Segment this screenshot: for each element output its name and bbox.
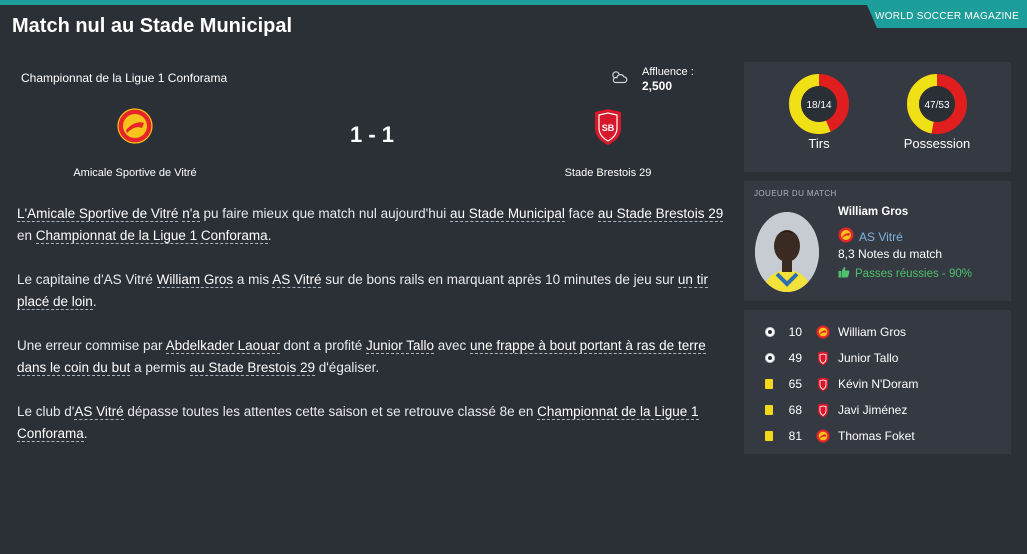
club-crest-icon [838, 227, 854, 246]
yellow-card-icon [765, 405, 773, 415]
attendance-label: Affluence : [642, 66, 694, 78]
attendance-value: 2,500 [642, 79, 673, 93]
event-row[interactable]: 10 William Gros [744, 319, 1011, 345]
report-link[interactable]: William Gros [156, 272, 234, 288]
svg-text:SB: SB [602, 123, 615, 133]
report-paragraph: Le capitaine d'AS Vitré William Gros a m… [17, 269, 727, 313]
report-text: Le club d' [17, 404, 75, 419]
home-crest-icon [816, 429, 830, 446]
player-club[interactable]: AS Vitré [838, 227, 903, 246]
event-row[interactable]: 81 Thomas Foket [744, 423, 1011, 449]
yellow-card-icon [765, 431, 773, 441]
report-text: . [92, 294, 97, 309]
home-team-name[interactable]: Amicale Sportive de Vitré [35, 167, 235, 179]
home-crest-icon [816, 325, 830, 342]
shots-donut: 18/14 [789, 74, 849, 134]
player-avatar[interactable] [755, 212, 819, 292]
ball-icon [765, 327, 775, 337]
report-link[interactable]: Abdelkader Laouar [165, 338, 280, 354]
possession-value: 47/53 [924, 100, 949, 111]
report-link[interactable]: Junior Tallo [365, 338, 435, 354]
report-link[interactable]: au Stade Brestois 29 [189, 360, 315, 376]
possession-label: Possession [903, 136, 971, 151]
report-text: dépasse toutes les attentes cette saison… [123, 404, 538, 419]
player-of-match-header: JOUEUR DU MATCH [754, 189, 837, 198]
page-title: Match nul au Stade Municipal [12, 15, 293, 37]
event-player[interactable]: William Gros [838, 325, 906, 339]
away-crest-icon [816, 377, 830, 395]
report-link[interactable]: au Stade Brestois 29 [597, 206, 724, 222]
event-minute: 10 [788, 325, 802, 339]
player-rating: 8,3 Notes du match [838, 247, 942, 261]
passes-text: Passes réussies - 90% [855, 267, 972, 280]
shots-label: Tirs [808, 136, 830, 151]
report-link[interactable]: au Stade Municipal [450, 206, 565, 222]
thumbs-up-icon [838, 266, 850, 281]
player-club-name: AS Vitré [859, 229, 903, 244]
report-text: Le capitaine d'AS Vitré [17, 272, 157, 287]
report-text: avec [434, 338, 471, 353]
report-text: . [83, 426, 88, 441]
report-text: face [564, 206, 598, 221]
player-passes: Passes réussies - 90% [838, 266, 972, 281]
event-minute: 68 [788, 403, 802, 417]
event-minute: 81 [788, 429, 802, 443]
event-row[interactable]: 65 Kévin N'Doram [744, 371, 1011, 397]
event-minute: 49 [788, 351, 802, 365]
top-accent-bar [0, 0, 1027, 5]
report-text: d'égaliser. [314, 360, 380, 375]
report-paragraph: L'Amicale Sportive de Vitré n'a pu faire… [17, 203, 727, 247]
event-player[interactable]: Thomas Foket [838, 429, 915, 443]
report-text: a mis [233, 272, 273, 287]
report-link[interactable]: AS Vitré [272, 272, 322, 288]
match-events-panel: 10 William Gros 49 Junior Tallo 65 Kévin N'Do… [744, 310, 1011, 454]
match-report: L'Amicale Sportive de Vitré n'a pu faire… [17, 203, 727, 467]
event-player[interactable]: Kévin N'Doram [838, 377, 918, 391]
match-stats-panel: 18/14 Tirs 47/53 Possession [744, 62, 1011, 172]
player-name[interactable]: William Gros [838, 206, 908, 218]
report-link[interactable]: n'a [182, 206, 200, 222]
event-player[interactable]: Junior Tallo [838, 351, 898, 365]
event-row[interactable]: 68 Javi Jiménez [744, 397, 1011, 423]
player-of-match-panel: JOUEUR DU MATCH William Gros AS Vitré 8,… [744, 181, 1011, 301]
away-team-crest[interactable]: SB [590, 108, 626, 145]
rating-label: Notes du match [858, 247, 943, 261]
report-text: . [267, 228, 272, 243]
home-team-crest[interactable] [117, 108, 153, 144]
ball-icon [765, 353, 775, 363]
report-text: dont a profité [279, 338, 366, 353]
competition-label[interactable]: Championnat de la Ligue 1 Conforama [21, 71, 227, 85]
shots-value: 18/14 [806, 100, 831, 111]
report-link[interactable]: Championnat de la Ligue 1 Conforama [35, 228, 268, 244]
event-minute: 65 [788, 377, 802, 391]
report-paragraph: Le club d'AS Vitré dépasse toutes les at… [17, 401, 727, 445]
partly-cloudy-icon [610, 70, 628, 89]
report-link[interactable]: L'Amicale Sportive de Vitré [17, 206, 179, 222]
match-score: 1 - 1 [349, 122, 395, 147]
report-text: sur de bons rails en marquant après 10 m… [321, 272, 678, 287]
magazine-tab[interactable]: WORLD SOCCER MAGAZINE [867, 5, 1027, 28]
report-text: en [17, 228, 36, 243]
away-crest-icon [816, 351, 830, 369]
report-text: Une erreur commise par [17, 338, 166, 353]
report-text: pu faire mieux que match nul aujourd'hui [199, 206, 451, 221]
event-player[interactable]: Javi Jiménez [838, 403, 907, 417]
yellow-card-icon [765, 379, 773, 389]
possession-donut: 47/53 [907, 74, 967, 134]
away-team-name[interactable]: Stade Brestois 29 [508, 167, 708, 179]
rating-value: 8,3 [838, 247, 855, 261]
away-crest-icon [816, 403, 830, 421]
report-text: a permis [130, 360, 190, 375]
report-paragraph: Une erreur commise par Abdelkader Laouar… [17, 335, 727, 379]
report-link[interactable]: AS Vitré [74, 404, 124, 420]
event-row[interactable]: 49 Junior Tallo [744, 345, 1011, 371]
